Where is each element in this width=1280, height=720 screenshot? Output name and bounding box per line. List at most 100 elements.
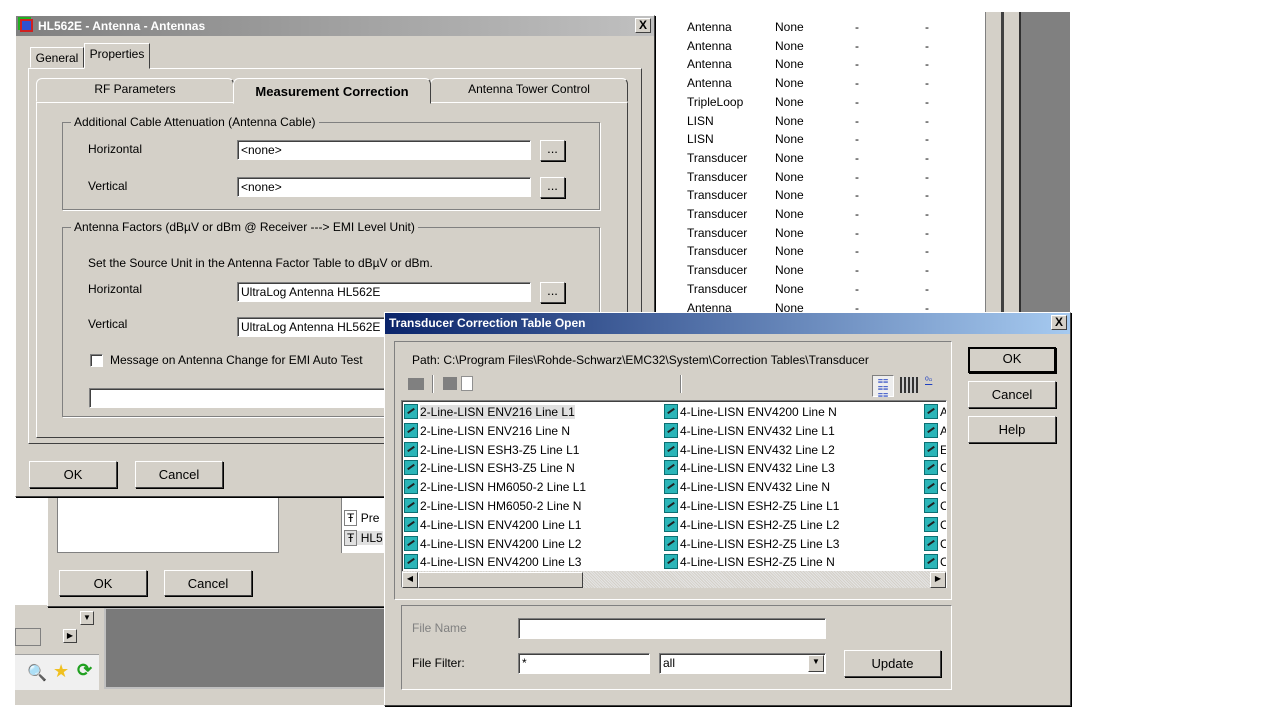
list-cell-value[interactable]: - — [855, 261, 859, 280]
list-cell-type[interactable]: Antenna — [687, 18, 732, 37]
list-cell-type[interactable]: Antenna — [687, 74, 732, 93]
close-button[interactable]: X — [635, 18, 651, 33]
list-cell-status[interactable]: None — [775, 224, 804, 243]
file-item[interactable]: 4-Line-LISN ENV4200 Line L1 — [404, 516, 581, 534]
subtab-rf-parameters[interactable]: RF Parameters — [36, 78, 234, 102]
list-view-icon[interactable]: ≡≡ ≡≡ ≡≡ — [872, 375, 894, 400]
file-item[interactable]: 4-Line-LISN ENV4200 Line N — [664, 403, 837, 421]
list-cell-status[interactable]: None — [775, 261, 804, 280]
list-cell-status[interactable]: None — [775, 280, 804, 299]
background-cancel-button[interactable]: Cancel — [164, 570, 252, 596]
scrollbar-thumb[interactable] — [418, 572, 583, 588]
file-item[interactable]: 4-Line-LISN ESH2-Z5 Line L2 — [664, 516, 839, 534]
file-item[interactable]: 4-Line-LISN ESH2-Z5 Line N — [664, 553, 835, 571]
list-cell-value[interactable]: - — [855, 280, 859, 299]
list-cell-value[interactable]: - — [855, 74, 859, 93]
list-cell-type[interactable]: LISN — [687, 130, 714, 149]
new-file-icon[interactable] — [461, 376, 473, 391]
help-button[interactable]: Help — [968, 416, 1056, 443]
file-item[interactable]: 2-Line-LISN HM6050-2 Line N — [404, 497, 581, 515]
list-cell-type[interactable]: Transducer — [687, 168, 747, 187]
antenna-change-checkbox-label[interactable]: Message on Antenna Change for EMI Auto T… — [110, 353, 363, 367]
favorite-star-icon[interactable]: ★ — [53, 661, 69, 682]
subtab-measurement-correction[interactable]: Measurement Correction — [233, 78, 431, 104]
file-item[interactable]: 4-Line-LISN ENV4200 Line L2 — [404, 535, 581, 553]
antenna-change-checkbox[interactable] — [90, 354, 103, 367]
scroll-right-button[interactable]: ▶ — [63, 629, 77, 643]
file-name-input[interactable] — [518, 618, 826, 639]
list-cell-type[interactable]: Transducer — [687, 242, 747, 261]
list-cell-value[interactable]: - — [855, 168, 859, 187]
list-cell-value[interactable]: - — [855, 149, 859, 168]
new-folder-icon[interactable] — [443, 377, 457, 390]
list-cell-status[interactable]: None — [775, 242, 804, 261]
ok-button[interactable]: OK — [29, 461, 117, 488]
list-cell-value[interactable]: - — [855, 37, 859, 56]
refresh-icon[interactable]: ⟳ — [77, 660, 92, 681]
list-cell-value[interactable]: - — [925, 130, 929, 149]
list-cell-type[interactable]: Transducer — [687, 186, 747, 205]
file-item[interactable]: C — [924, 497, 946, 515]
large-icons-view-icon[interactable]: ᵒ▫ — [925, 375, 932, 386]
file-item[interactable]: 2-Line-LISN ESH3-Z5 Line L1 — [404, 441, 579, 459]
list-cell-value[interactable]: - — [925, 205, 929, 224]
factors-horizontal-field[interactable]: UltraLog Antenna HL562E — [237, 282, 531, 302]
zoom-icon[interactable]: 🔍 — [27, 663, 47, 683]
scroll-right-button[interactable]: ▶ — [930, 572, 946, 588]
list-cell-status[interactable]: None — [775, 168, 804, 187]
list-cell-value[interactable]: - — [855, 18, 859, 37]
list-cell-type[interactable]: Antenna — [687, 55, 732, 74]
file-item[interactable]: A — [924, 403, 946, 421]
file-item[interactable]: C — [924, 553, 946, 571]
cancel-button[interactable]: Cancel — [968, 381, 1056, 408]
list-cell-value[interactable]: - — [855, 205, 859, 224]
list-cell-value[interactable]: - — [925, 18, 929, 37]
tab-general[interactable]: General — [30, 47, 84, 68]
list-cell-value[interactable]: - — [855, 55, 859, 74]
list-cell-value[interactable]: - — [855, 112, 859, 131]
list-cell-value[interactable]: - — [925, 261, 929, 280]
list-cell-value[interactable]: - — [855, 242, 859, 261]
list-cell-status[interactable]: None — [775, 74, 804, 93]
list-cell-type[interactable]: Transducer — [687, 261, 747, 280]
file-list[interactable]: 2-Line-LISN ENV216 Line L1 2-Line-LISN EN… — [401, 400, 947, 588]
list-cell-value[interactable]: - — [925, 224, 929, 243]
list-cell-value[interactable]: - — [855, 186, 859, 205]
cable-vertical-browse-button[interactable]: ... — [540, 177, 565, 198]
cable-vertical-field[interactable]: <none> — [237, 177, 531, 197]
file-item[interactable]: 2-Line-LISN ESH3-Z5 Line N — [404, 459, 575, 477]
chevron-down-icon[interactable]: ▼ — [808, 655, 824, 672]
list-cell-value[interactable]: - — [925, 37, 929, 56]
file-item[interactable]: C — [924, 516, 946, 534]
file-item[interactable]: 2-Line-LISN ENV216 Line L1 — [404, 403, 575, 421]
list-cell-type[interactable]: Transducer — [687, 224, 747, 243]
file-item[interactable]: E — [924, 441, 946, 459]
list-cell-value[interactable]: - — [855, 130, 859, 149]
file-item[interactable]: 4-Line-LISN ENV432 Line N — [664, 478, 830, 496]
list-cell-status[interactable]: None — [775, 93, 804, 112]
tab-properties[interactable]: Properties — [84, 43, 150, 69]
cancel-button[interactable]: Cancel — [135, 461, 223, 488]
cable-horizontal-browse-button[interactable]: ... — [540, 140, 565, 161]
list-cell-status[interactable]: None — [775, 130, 804, 149]
list-cell-value[interactable]: - — [855, 224, 859, 243]
file-item[interactable]: 4-Line-LISN ESH2-Z5 Line L1 — [664, 497, 839, 515]
file-item[interactable]: 4-Line-LISN ENV432 Line L3 — [664, 459, 835, 477]
details-view-icon[interactable] — [900, 377, 918, 393]
list-cell-value[interactable]: - — [925, 55, 929, 74]
file-item[interactable]: 4-Line-LISN ENV4200 Line L3 — [404, 553, 581, 571]
horizontal-scrollbar[interactable]: ◀ ▶ — [402, 571, 946, 588]
list-cell-value[interactable]: - — [925, 280, 929, 299]
file-item[interactable]: 2-Line-LISN ENV216 Line N — [404, 422, 570, 440]
file-item[interactable]: C — [924, 535, 946, 553]
file-filter-input[interactable]: * — [518, 653, 650, 674]
list-cell-type[interactable]: Antenna — [687, 37, 732, 56]
subtab-antenna-tower-control[interactable]: Antenna Tower Control — [430, 78, 628, 102]
background-ok-button[interactable]: OK — [59, 570, 147, 596]
list-cell-value[interactable]: - — [925, 74, 929, 93]
list-cell-value[interactable]: - — [925, 186, 929, 205]
file-item[interactable]: 2-Line-LISN HM6050-2 Line L1 — [404, 478, 586, 496]
list-item[interactable]: Ŧ HL5 — [344, 530, 383, 546]
list-cell-type[interactable]: TripleLoop — [687, 93, 743, 112]
ok-button[interactable]: OK — [968, 347, 1056, 373]
